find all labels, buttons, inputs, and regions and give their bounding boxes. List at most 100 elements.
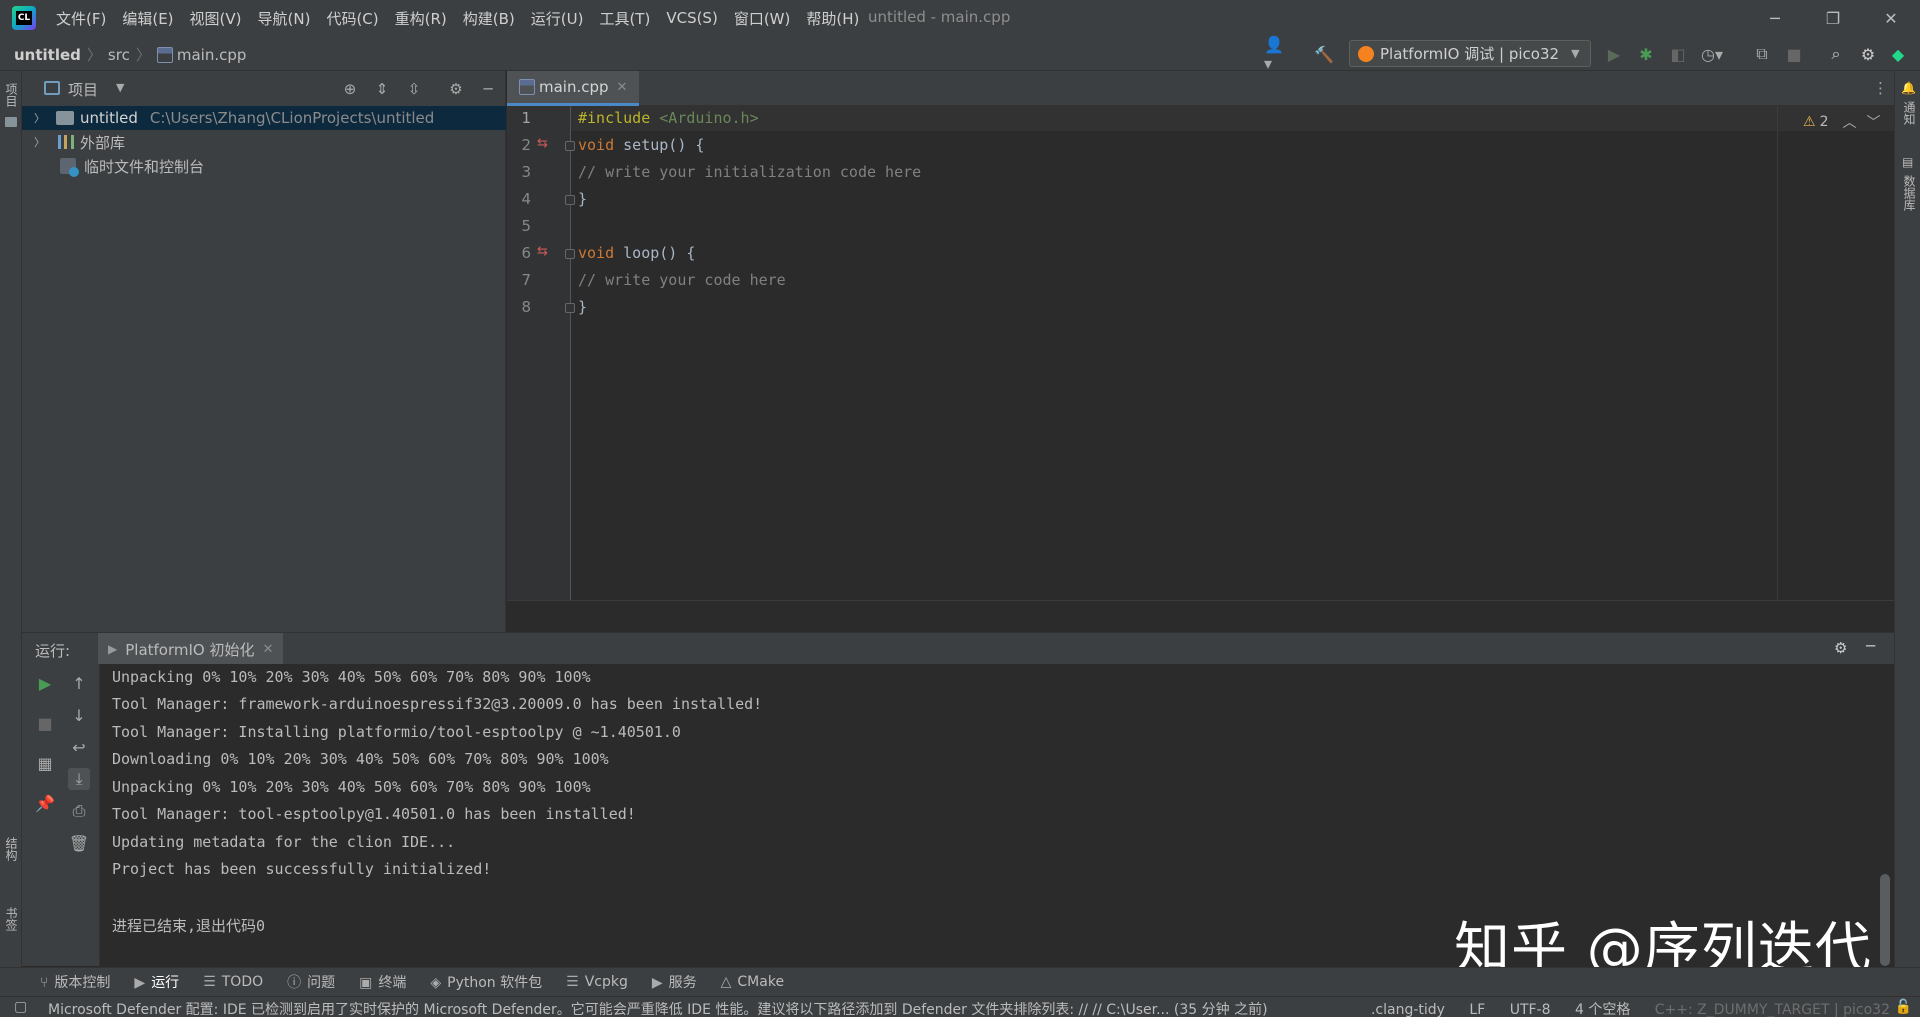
- jetbrains-icon[interactable]: ◆: [1888, 44, 1908, 64]
- rerun-icon[interactable]: ▶: [34, 672, 56, 694]
- tool-services[interactable]: ▶ 服务: [652, 972, 697, 992]
- scroll-to-end-icon[interactable]: ⤓: [68, 768, 90, 790]
- tab-notifications[interactable]: 通知: [1901, 101, 1918, 125]
- close-icon[interactable]: ✕: [617, 80, 628, 95]
- tab-project[interactable]: 项目: [3, 83, 20, 107]
- tree-item-external-libraries[interactable]: 〉 外部库: [22, 130, 506, 154]
- menu-code[interactable]: 代码(C): [326, 8, 378, 29]
- fold-icon[interactable]: [565, 141, 575, 151]
- hide-icon[interactable]: ─: [1866, 637, 1875, 655]
- stop-icon[interactable]: ■: [34, 712, 56, 734]
- menu-vcs[interactable]: VCS(S): [666, 9, 717, 27]
- run-toolbar: ▶ ■ ▦ 📌 ↑ ↓ ↩ ⤓ ⎙ 🗑: [22, 664, 100, 966]
- arrow-down-icon[interactable]: ↓: [68, 704, 90, 726]
- tree-item-untitled[interactable]: 〉 untitled C:\Users\Zhang\CLionProjects\…: [22, 106, 506, 130]
- coverage-icon[interactable]: ◧: [1668, 44, 1688, 64]
- chevron-down-icon[interactable]: ▼: [116, 81, 124, 94]
- build-hammer-icon[interactable]: 🔨: [1314, 44, 1334, 64]
- run-configuration-select[interactable]: PlatformIO 调试 | pico32 ▼: [1349, 40, 1591, 67]
- arrow-up-icon[interactable]: ↑: [68, 672, 90, 694]
- context-status[interactable]: C++: Z_DUMMY_TARGET | pico32: [1655, 1002, 1890, 1017]
- indent-status[interactable]: 4 个空格: [1575, 1002, 1630, 1017]
- stop-icon[interactable]: ■: [1784, 44, 1804, 64]
- navigate-declaration-icon[interactable]: ⇆: [537, 244, 548, 259]
- breadcrumb-project[interactable]: untitled: [14, 46, 81, 64]
- gear-icon[interactable]: ⚙: [1834, 639, 1847, 657]
- console-scrollbar[interactable]: [1880, 874, 1890, 966]
- clang-tidy-status[interactable]: .clang-tidy: [1371, 1002, 1445, 1017]
- close-icon[interactable]: ✕: [263, 642, 274, 657]
- minimize-button[interactable]: ─: [1746, 0, 1804, 36]
- tool-problems[interactable]: ⓘ 问题: [287, 972, 335, 992]
- chevron-up-icon[interactable]: ︿: [1842, 112, 1856, 132]
- chevron-right-icon[interactable]: 〉: [34, 110, 48, 126]
- fold-icon[interactable]: [565, 195, 575, 205]
- menu-edit[interactable]: 编辑(E): [122, 8, 173, 29]
- debug-icon[interactable]: ✱: [1636, 44, 1656, 64]
- pin-icon[interactable]: 📌: [34, 792, 56, 814]
- tool-vcpkg[interactable]: ☰ Vcpkg: [566, 974, 628, 990]
- locate-icon[interactable]: ⊕: [340, 79, 360, 99]
- inspection-widget[interactable]: ⚠ 2 ︿ ﹀: [1803, 112, 1880, 132]
- breadcrumb-file[interactable]: main.cpp: [177, 46, 247, 64]
- tool-version-control[interactable]: ⑂ 版本控制: [40, 972, 110, 992]
- tab-main-cpp[interactable]: main.cpp ✕: [507, 71, 640, 106]
- encoding-status[interactable]: UTF-8: [1510, 1002, 1551, 1017]
- attach-icon[interactable]: ⧉: [1752, 44, 1772, 64]
- menu-run[interactable]: 运行(U): [531, 8, 584, 29]
- more-icon[interactable]: ⋮: [1873, 79, 1888, 97]
- right-tool-strip: 🔔 通知 ▤ 数据库: [1894, 71, 1920, 967]
- hide-icon[interactable]: ─: [478, 79, 498, 99]
- lock-icon[interactable]: 🔓: [1895, 999, 1912, 1015]
- tool-python-packages[interactable]: ◈ Python 软件包: [430, 972, 542, 992]
- run-icon[interactable]: ▶: [1604, 44, 1624, 64]
- trash-icon[interactable]: 🗑: [68, 832, 90, 854]
- project-panel-title[interactable]: 项目: [68, 79, 98, 100]
- close-icon: ✕: [1884, 8, 1898, 28]
- console-line: Unpacking 0% 10% 20% 30% 40% 50% 60% 70%…: [112, 778, 591, 796]
- code-editor[interactable]: 1 2 3 4 5 6 7 8 ⇆ ⇆ #include <Arduino.h>…: [507, 106, 1894, 600]
- editor-horizontal-scroll-area: [507, 600, 1894, 632]
- soft-wrap-icon[interactable]: ↩: [68, 736, 90, 758]
- menu-tools[interactable]: 工具(T): [599, 8, 650, 29]
- chevron-right-icon[interactable]: 〉: [34, 134, 48, 150]
- user-icon[interactable]: 👤▾: [1264, 35, 1284, 73]
- tab-bookmarks[interactable]: 书签: [3, 907, 20, 931]
- print-icon[interactable]: ⎙: [68, 800, 90, 822]
- tool-label: TODO: [221, 974, 264, 990]
- expand-all-icon[interactable]: ⇕: [372, 79, 392, 99]
- tab-database[interactable]: 数据库: [1901, 175, 1918, 211]
- tool-run[interactable]: ▶ 运行: [134, 972, 179, 992]
- chevron-down-icon[interactable]: ﹀: [1866, 112, 1880, 132]
- tool-terminal[interactable]: ▣ 终端: [359, 972, 406, 992]
- fold-icon[interactable]: [565, 303, 575, 313]
- panel-toggle-icon[interactable]: ▢: [14, 999, 27, 1015]
- menu-window[interactable]: 窗口(W): [734, 8, 791, 29]
- collapse-all-icon[interactable]: ⇳: [404, 79, 424, 99]
- close-window-button[interactable]: ✕: [1862, 0, 1920, 36]
- tree-item-label: 临时文件和控制台: [84, 157, 205, 176]
- line-separator-status[interactable]: LF: [1469, 1002, 1485, 1017]
- menu-refactor[interactable]: 重构(R): [395, 8, 447, 29]
- menu-view[interactable]: 视图(V): [190, 8, 242, 29]
- tab-structure[interactable]: 结构: [3, 837, 20, 861]
- gear-icon[interactable]: ⚙: [446, 79, 466, 99]
- status-message[interactable]: Microsoft Defender 配置: IDE 已检测到启用了实时保护的 …: [48, 999, 1338, 1017]
- gear-icon[interactable]: ⚙: [1858, 44, 1878, 64]
- run-tab-platformio-init[interactable]: ▶ PlatformIO 初始化 ✕: [98, 633, 284, 665]
- profile-icon[interactable]: ◷▾: [1701, 44, 1723, 64]
- menu-navigate[interactable]: 导航(N): [258, 8, 311, 29]
- tree-item-scratches[interactable]: 临时文件和控制台: [22, 154, 506, 178]
- fold-icon[interactable]: [565, 249, 575, 259]
- breadcrumb-folder[interactable]: src: [108, 46, 130, 64]
- menu-help[interactable]: 帮助(H): [806, 8, 859, 29]
- menu-build[interactable]: 构建(B): [463, 8, 515, 29]
- tool-cmake[interactable]: △ CMake: [721, 974, 784, 990]
- layout-icon[interactable]: ▦: [34, 752, 56, 774]
- navigate-declaration-icon[interactable]: ⇆: [537, 136, 548, 151]
- search-icon[interactable]: ⌕: [1826, 44, 1846, 64]
- tool-label: 问题: [307, 975, 336, 991]
- menu-file[interactable]: 文件(F): [56, 8, 106, 29]
- tool-todo[interactable]: ☰ TODO: [203, 974, 263, 990]
- restore-button[interactable]: ❐: [1804, 0, 1862, 36]
